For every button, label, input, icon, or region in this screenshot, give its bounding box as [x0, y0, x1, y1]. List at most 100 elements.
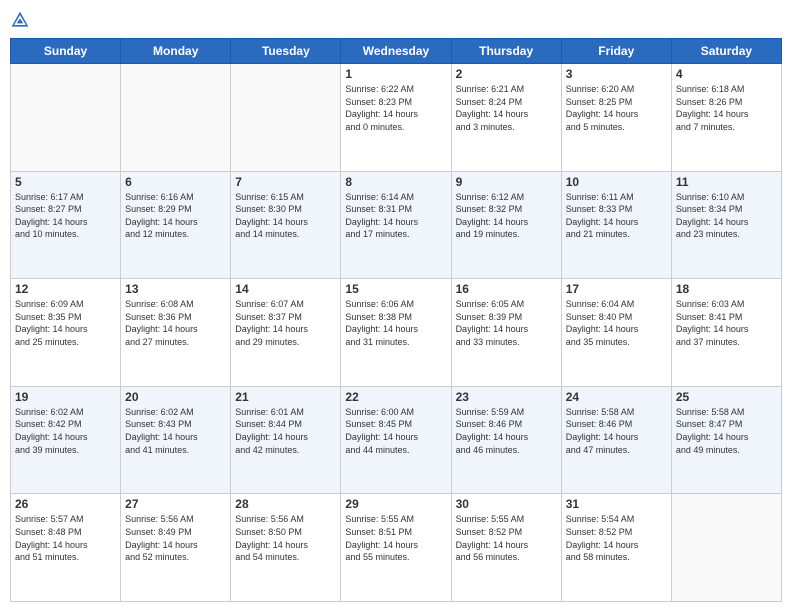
- calendar-header: SundayMondayTuesdayWednesdayThursdayFrid…: [11, 39, 782, 64]
- calendar-cell: 13 Sunrise: 6:08 AM Sunset: 8:36 PM Dayli…: [121, 279, 231, 387]
- calendar-cell: 19 Sunrise: 6:02 AM Sunset: 8:42 PM Dayli…: [11, 386, 121, 494]
- calendar-week-2: 5 Sunrise: 6:17 AM Sunset: 8:27 PM Daylig…: [11, 171, 782, 279]
- weekday-monday: Monday: [121, 39, 231, 64]
- day-info: Sunrise: 5:55 AM Sunset: 8:52 PM Dayligh…: [456, 513, 557, 563]
- calendar-cell: [671, 494, 781, 602]
- day-info: Sunrise: 6:21 AM Sunset: 8:24 PM Dayligh…: [456, 83, 557, 133]
- day-number: 21: [235, 390, 336, 404]
- calendar-cell: 7Sunrise: 6:15 AM Sunset: 8:30 PM Daylig…: [231, 171, 341, 279]
- day-info: Sunrise: 6:12 AM Sunset: 8:32 PM Dayligh…: [456, 191, 557, 241]
- day-number: 31: [566, 497, 667, 511]
- day-number: 3: [566, 67, 667, 81]
- day-info: Sunrise: 5:54 AM Sunset: 8:52 PM Dayligh…: [566, 513, 667, 563]
- calendar-cell: 17 Sunrise: 6:04 AM Sunset: 8:40 PM Dayli…: [561, 279, 671, 387]
- day-info: Sunrise: 6:03 AM Sunset: 8:41 PM Dayligh…: [676, 298, 777, 348]
- day-info: Sunrise: 6:04 AM Sunset: 8:40 PM Dayligh…: [566, 298, 667, 348]
- calendar-cell: 16Sunrise: 6:05 AM Sunset: 8:39 PM Dayli…: [451, 279, 561, 387]
- day-number: 6: [125, 175, 226, 189]
- calendar-cell: 18 Sunrise: 6:03 AM Sunset: 8:41 PM Dayli…: [671, 279, 781, 387]
- day-info: Sunrise: 6:07 AM Sunset: 8:37 PM Dayligh…: [235, 298, 336, 348]
- weekday-wednesday: Wednesday: [341, 39, 451, 64]
- calendar-cell: 10 Sunrise: 6:11 AM Sunset: 8:33 PM Dayli…: [561, 171, 671, 279]
- day-info: Sunrise: 6:01 AM Sunset: 8:44 PM Dayligh…: [235, 406, 336, 456]
- calendar-table: SundayMondayTuesdayWednesdayThursdayFrid…: [10, 38, 782, 602]
- day-number: 4: [676, 67, 777, 81]
- calendar-cell: 9 Sunrise: 6:12 AM Sunset: 8:32 PM Daylig…: [451, 171, 561, 279]
- day-number: 30: [456, 497, 557, 511]
- weekday-sunday: Sunday: [11, 39, 121, 64]
- day-info: Sunrise: 6:11 AM Sunset: 8:33 PM Dayligh…: [566, 191, 667, 241]
- day-number: 7: [235, 175, 336, 189]
- weekday-tuesday: Tuesday: [231, 39, 341, 64]
- day-number: 25: [676, 390, 777, 404]
- calendar-cell: 3Sunrise: 6:20 AM Sunset: 8:25 PM Daylig…: [561, 64, 671, 172]
- day-number: 13: [125, 282, 226, 296]
- day-info: Sunrise: 5:57 AM Sunset: 8:48 PM Dayligh…: [15, 513, 116, 563]
- calendar-week-5: 26 Sunrise: 5:57 AM Sunset: 8:48 PM Dayli…: [11, 494, 782, 602]
- day-number: 23: [456, 390, 557, 404]
- calendar-cell: [11, 64, 121, 172]
- calendar-cell: 30 Sunrise: 5:55 AM Sunset: 8:52 PM Dayli…: [451, 494, 561, 602]
- day-number: 14: [235, 282, 336, 296]
- calendar-cell: 6 Sunrise: 6:16 AM Sunset: 8:29 PM Daylig…: [121, 171, 231, 279]
- day-number: 16: [456, 282, 557, 296]
- day-number: 24: [566, 390, 667, 404]
- calendar-cell: 26 Sunrise: 5:57 AM Sunset: 8:48 PM Dayli…: [11, 494, 121, 602]
- calendar-cell: 25Sunrise: 5:58 AM Sunset: 8:47 PM Dayli…: [671, 386, 781, 494]
- calendar-cell: 11 Sunrise: 6:10 AM Sunset: 8:34 PM Dayli…: [671, 171, 781, 279]
- logo: [10, 10, 34, 30]
- day-info: Sunrise: 6:16 AM Sunset: 8:29 PM Dayligh…: [125, 191, 226, 241]
- calendar-cell: 31 Sunrise: 5:54 AM Sunset: 8:52 PM Dayli…: [561, 494, 671, 602]
- day-info: Sunrise: 6:02 AM Sunset: 8:42 PM Dayligh…: [15, 406, 116, 456]
- header: [10, 10, 782, 30]
- calendar-cell: 22 Sunrise: 6:00 AM Sunset: 8:45 PM Dayli…: [341, 386, 451, 494]
- calendar-cell: 5 Sunrise: 6:17 AM Sunset: 8:27 PM Daylig…: [11, 171, 121, 279]
- day-info: Sunrise: 6:08 AM Sunset: 8:36 PM Dayligh…: [125, 298, 226, 348]
- day-number: 28: [235, 497, 336, 511]
- calendar-cell: 21 Sunrise: 6:01 AM Sunset: 8:44 PM Dayli…: [231, 386, 341, 494]
- calendar-week-1: 1Sunrise: 6:22 AM Sunset: 8:23 PM Daylig…: [11, 64, 782, 172]
- calendar-cell: 24Sunrise: 5:58 AM Sunset: 8:46 PM Dayli…: [561, 386, 671, 494]
- calendar-cell: 8 Sunrise: 6:14 AM Sunset: 8:31 PM Daylig…: [341, 171, 451, 279]
- calendar-cell: 28Sunrise: 5:56 AM Sunset: 8:50 PM Dayli…: [231, 494, 341, 602]
- day-info: Sunrise: 6:10 AM Sunset: 8:34 PM Dayligh…: [676, 191, 777, 241]
- calendar-cell: 14 Sunrise: 6:07 AM Sunset: 8:37 PM Dayli…: [231, 279, 341, 387]
- day-number: 12: [15, 282, 116, 296]
- day-number: 5: [15, 175, 116, 189]
- calendar-week-4: 19 Sunrise: 6:02 AM Sunset: 8:42 PM Dayli…: [11, 386, 782, 494]
- calendar-body: 1Sunrise: 6:22 AM Sunset: 8:23 PM Daylig…: [11, 64, 782, 602]
- day-info: Sunrise: 6:00 AM Sunset: 8:45 PM Dayligh…: [345, 406, 446, 456]
- calendar-cell: 15Sunrise: 6:06 AM Sunset: 8:38 PM Dayli…: [341, 279, 451, 387]
- day-info: Sunrise: 6:14 AM Sunset: 8:31 PM Dayligh…: [345, 191, 446, 241]
- day-info: Sunrise: 5:59 AM Sunset: 8:46 PM Dayligh…: [456, 406, 557, 456]
- day-info: Sunrise: 6:18 AM Sunset: 8:26 PM Dayligh…: [676, 83, 777, 133]
- weekday-saturday: Saturday: [671, 39, 781, 64]
- day-number: 27: [125, 497, 226, 511]
- day-number: 9: [456, 175, 557, 189]
- day-number: 11: [676, 175, 777, 189]
- day-info: Sunrise: 6:09 AM Sunset: 8:35 PM Dayligh…: [15, 298, 116, 348]
- weekday-thursday: Thursday: [451, 39, 561, 64]
- day-number: 29: [345, 497, 446, 511]
- day-number: 19: [15, 390, 116, 404]
- calendar-cell: 2 Sunrise: 6:21 AM Sunset: 8:24 PM Daylig…: [451, 64, 561, 172]
- day-number: 20: [125, 390, 226, 404]
- calendar-cell: 1Sunrise: 6:22 AM Sunset: 8:23 PM Daylig…: [341, 64, 451, 172]
- day-number: 2: [456, 67, 557, 81]
- calendar-week-3: 12 Sunrise: 6:09 AM Sunset: 8:35 PM Dayli…: [11, 279, 782, 387]
- calendar-cell: 20Sunrise: 6:02 AM Sunset: 8:43 PM Dayli…: [121, 386, 231, 494]
- day-number: 17: [566, 282, 667, 296]
- day-info: Sunrise: 5:55 AM Sunset: 8:51 PM Dayligh…: [345, 513, 446, 563]
- day-number: 26: [15, 497, 116, 511]
- calendar-cell: 23 Sunrise: 5:59 AM Sunset: 8:46 PM Dayli…: [451, 386, 561, 494]
- calendar-cell: [121, 64, 231, 172]
- day-number: 22: [345, 390, 446, 404]
- calendar-cell: 27Sunrise: 5:56 AM Sunset: 8:49 PM Dayli…: [121, 494, 231, 602]
- day-number: 10: [566, 175, 667, 189]
- weekday-friday: Friday: [561, 39, 671, 64]
- day-number: 18: [676, 282, 777, 296]
- day-info: Sunrise: 6:17 AM Sunset: 8:27 PM Dayligh…: [15, 191, 116, 241]
- day-number: 8: [345, 175, 446, 189]
- day-number: 1: [345, 67, 446, 81]
- day-number: 15: [345, 282, 446, 296]
